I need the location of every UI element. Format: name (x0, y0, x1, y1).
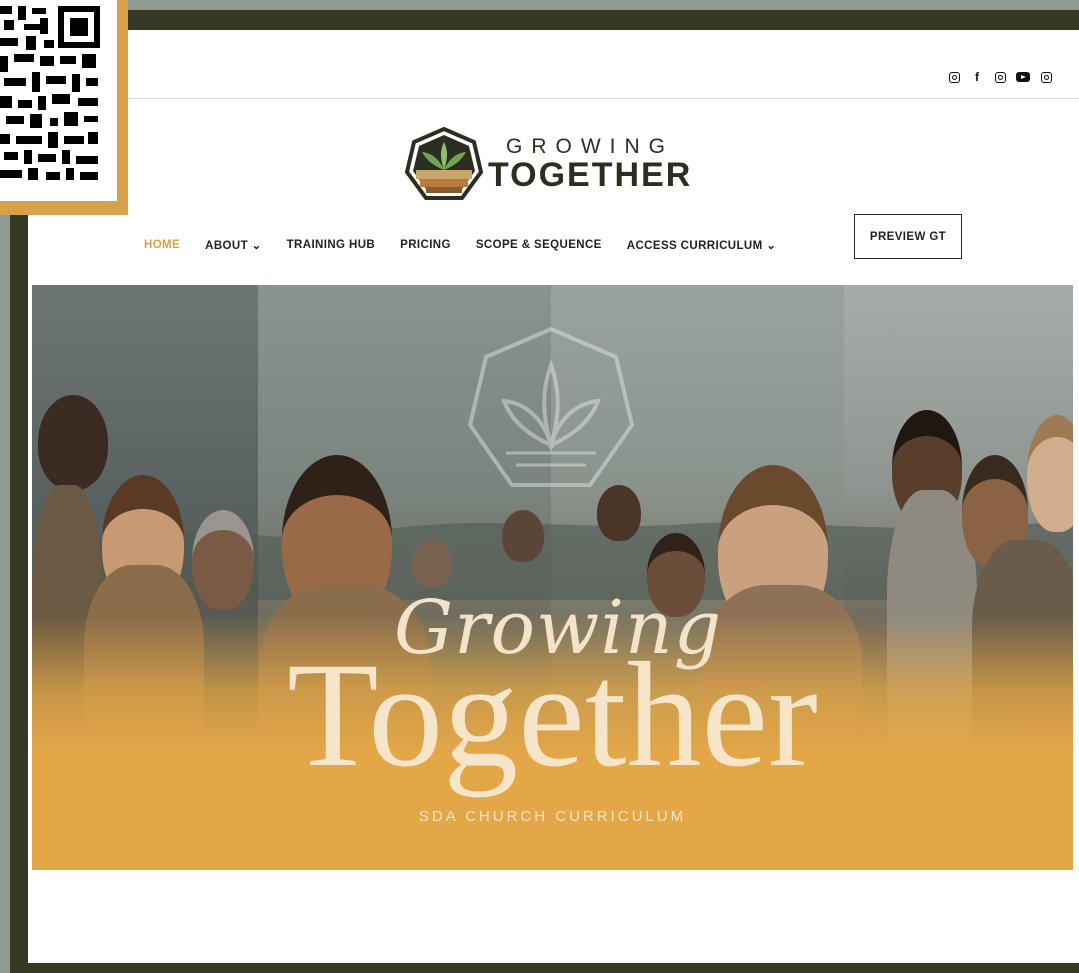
person-figure (597, 485, 641, 541)
nav-scope-sequence[interactable]: SCOPE & SEQUENCE (476, 239, 602, 251)
nav-home[interactable]: HOME (144, 239, 180, 251)
person-figure (192, 510, 254, 610)
qr-code-icon (0, 0, 117, 201)
facebook-icon[interactable]: f (970, 70, 984, 84)
person-figure (502, 510, 544, 562)
nav-pricing[interactable]: PRICING (400, 239, 451, 251)
instagram-icon[interactable] (993, 70, 1007, 84)
hero-subtitle: SDA CHURCH CURRICULUM (418, 808, 687, 825)
qr-code[interactable] (0, 0, 117, 201)
hero-banner: Growing Together SDA CHURCH CURRICULUM (32, 285, 1073, 870)
site-logo[interactable]: GROWING TOGETHER (404, 126, 704, 202)
logo-text-together: TOGETHER (488, 156, 693, 194)
instagram-icon[interactable] (947, 70, 961, 84)
top-bar: f (28, 30, 1079, 99)
person-figure (412, 540, 452, 588)
webpage: f GROWING TOGETHER HOME ABOUT ⌄ TRAINING… (28, 30, 1079, 963)
social-links: f (947, 70, 1053, 84)
preview-gt-button[interactable]: PREVIEW GT (854, 214, 962, 259)
nav-training-hub[interactable]: TRAINING HUB (287, 239, 376, 251)
main-nav: HOME ABOUT ⌄ TRAINING HUB PRICING SCOPE … (144, 228, 801, 262)
nav-about[interactable]: ABOUT ⌄ (205, 238, 262, 252)
nav-access-curriculum[interactable]: ACCESS CURRICULUM ⌄ (627, 238, 777, 252)
watermark-logo-icon (467, 326, 635, 487)
hero-title: Together (287, 632, 818, 798)
person-figure (38, 395, 108, 490)
qr-code-frame (0, 0, 128, 215)
instagram-icon[interactable] (1039, 70, 1053, 84)
logo-mark-icon (404, 126, 484, 200)
youtube-icon[interactable] (1016, 70, 1030, 84)
